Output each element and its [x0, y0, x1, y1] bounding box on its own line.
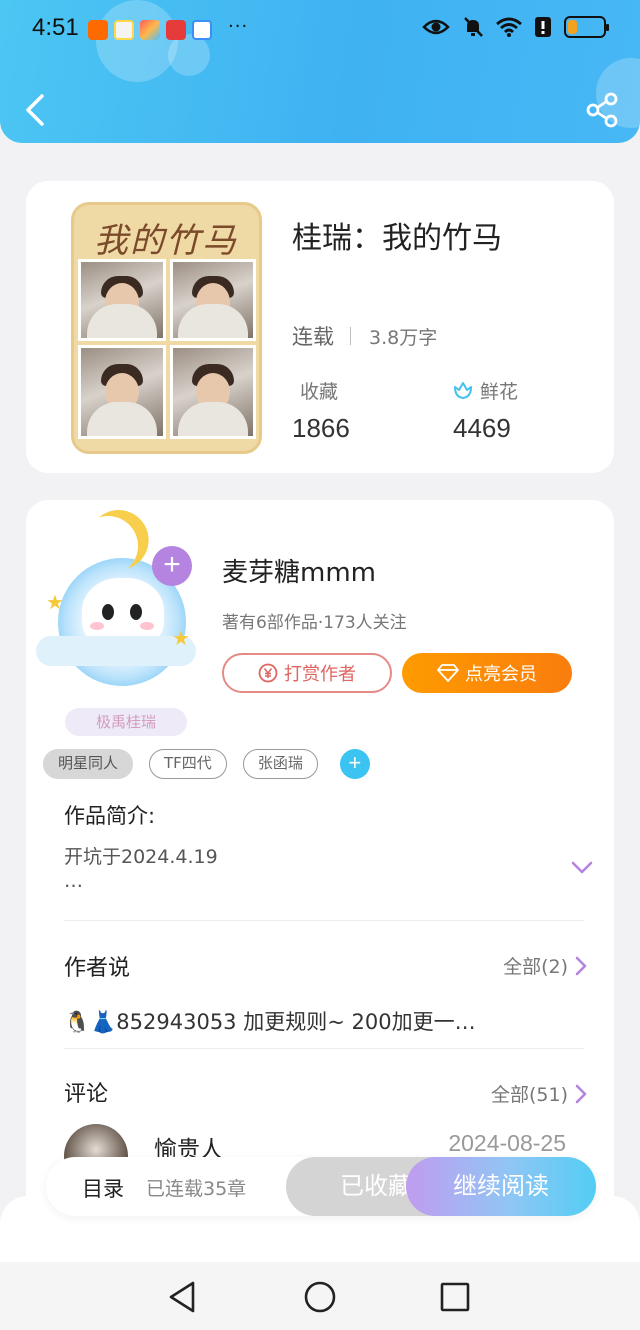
chapter-count: 已连载35章 — [146, 1178, 247, 1200]
comments-title: 评论 — [64, 1082, 109, 1107]
status-time: 4:51 — [32, 14, 79, 41]
vip-label: 点亮会员 — [465, 664, 537, 685]
flowers-count: 4469 — [453, 413, 511, 443]
chevron-right-icon — [575, 956, 587, 975]
author-card: ★ ★ + 极禹桂瑞 麦芽糖mmm 著有6部作品·173人关注 打赏作者 点亮会… — [26, 500, 614, 1260]
star-icon: ★ — [172, 626, 190, 650]
reward-label: 打赏作者 — [284, 664, 356, 685]
divider — [64, 1048, 584, 1049]
comment-date: 2024-08-25 — [448, 1130, 566, 1156]
author-says-more-link[interactable]: 全部(2) — [503, 952, 588, 979]
meta-divider — [350, 327, 351, 345]
author-avatar[interactable]: ★ ★ + 极禹桂瑞 — [36, 516, 206, 736]
author-says-more-label: 全部(2) — [503, 956, 568, 978]
comments-more-link[interactable]: 全部(51) — [491, 1080, 588, 1107]
system-nav-bar — [0, 1262, 640, 1330]
battery-level — [568, 20, 577, 34]
author-note[interactable]: 🐧👗852943053 加更规则~ 200加更一… — [64, 1006, 476, 1036]
author-says-title: 作者说 — [64, 956, 131, 981]
chevron-down-icon[interactable] — [570, 860, 594, 876]
cover-photo — [170, 345, 256, 439]
toc-button[interactable]: 目录 — [82, 1173, 124, 1203]
book-info-card: 我的竹马 桂瑞：我的竹马 连载 3.8万字 收藏 1866 鲜花 4469 — [26, 181, 614, 473]
cover-photo — [78, 259, 166, 341]
tasks-app-icon — [140, 20, 160, 40]
tag-item[interactable]: 张函瑞 — [242, 749, 318, 779]
battery-icon — [564, 16, 609, 38]
favorites-count: 1866 — [292, 413, 350, 443]
share-button[interactable] — [584, 92, 620, 128]
nav-back-icon[interactable] — [166, 1280, 200, 1314]
status-app-icons — [88, 20, 212, 40]
decor-bubble — [96, 0, 178, 82]
status-system-icons — [422, 16, 609, 38]
intro-ellipsis: … — [64, 870, 83, 892]
taobao-app-icon — [88, 20, 108, 40]
book-title: 桂瑞：我的竹马 — [292, 221, 502, 256]
flowers-label: 鲜花 — [480, 381, 519, 403]
eye-icon — [422, 19, 450, 35]
chevron-right-icon — [575, 1084, 587, 1103]
avatar-pendant-label: 极禹桂瑞 — [65, 708, 187, 736]
book-status: 连载 — [292, 325, 334, 349]
header-bar: 4:51 ··· — [0, 0, 640, 143]
nav-recents-icon[interactable] — [438, 1280, 472, 1314]
action-bar: 目录 已连载35章 已收藏 继续阅读 — [46, 1157, 596, 1216]
chat-app-icon — [114, 20, 134, 40]
tag-item[interactable]: TF四代 — [149, 749, 227, 779]
vip-button[interactable]: 点亮会员 — [402, 653, 572, 693]
flower-icon — [454, 382, 472, 399]
intro-label: 作品简介: — [64, 804, 156, 828]
mute-bell-icon — [464, 17, 483, 37]
browser-app-icon — [192, 20, 212, 40]
add-tag-button[interactable]: + — [339, 749, 370, 779]
star-icon: ★ — [46, 590, 64, 614]
intro-line: 开坑于2024.4.19 — [64, 846, 218, 868]
back-button[interactable] — [20, 90, 50, 130]
comments-more-label: 全部(51) — [490, 1084, 568, 1106]
cover-title: 我的竹马 — [94, 221, 238, 261]
status-more-icon: ··· — [228, 16, 249, 37]
cover-photo — [170, 259, 256, 341]
word-count: 3.8万字 — [369, 326, 438, 349]
author-name[interactable]: 麦芽糖mmm — [222, 552, 376, 589]
continue-reading-button[interactable]: 继续阅读 — [406, 1157, 596, 1216]
divider — [64, 920, 584, 921]
intro-text: 开坑于2024.4.19 … — [64, 845, 218, 893]
favorites-label: 收藏 — [300, 381, 339, 403]
diamond-icon — [437, 664, 459, 682]
huawei-app-icon — [166, 20, 186, 40]
alert-icon — [535, 17, 551, 37]
tag-row: 明星同人 TF四代 张函瑞 + — [43, 749, 370, 779]
decor-bubble — [168, 34, 210, 76]
nav-home-icon[interactable] — [303, 1280, 337, 1314]
reward-author-button[interactable]: 打赏作者 — [222, 653, 392, 693]
author-meta: 著有6部作品·173人关注 — [222, 613, 407, 633]
book-meta: 连载 3.8万字 — [292, 321, 437, 351]
cover-photo — [78, 345, 166, 439]
book-cover[interactable]: 我的竹马 — [71, 202, 262, 454]
follow-plus-button[interactable]: + — [152, 546, 192, 586]
yuan-coin-icon — [258, 663, 278, 683]
wifi-icon — [496, 17, 522, 37]
tag-item[interactable]: 明星同人 — [43, 749, 134, 779]
